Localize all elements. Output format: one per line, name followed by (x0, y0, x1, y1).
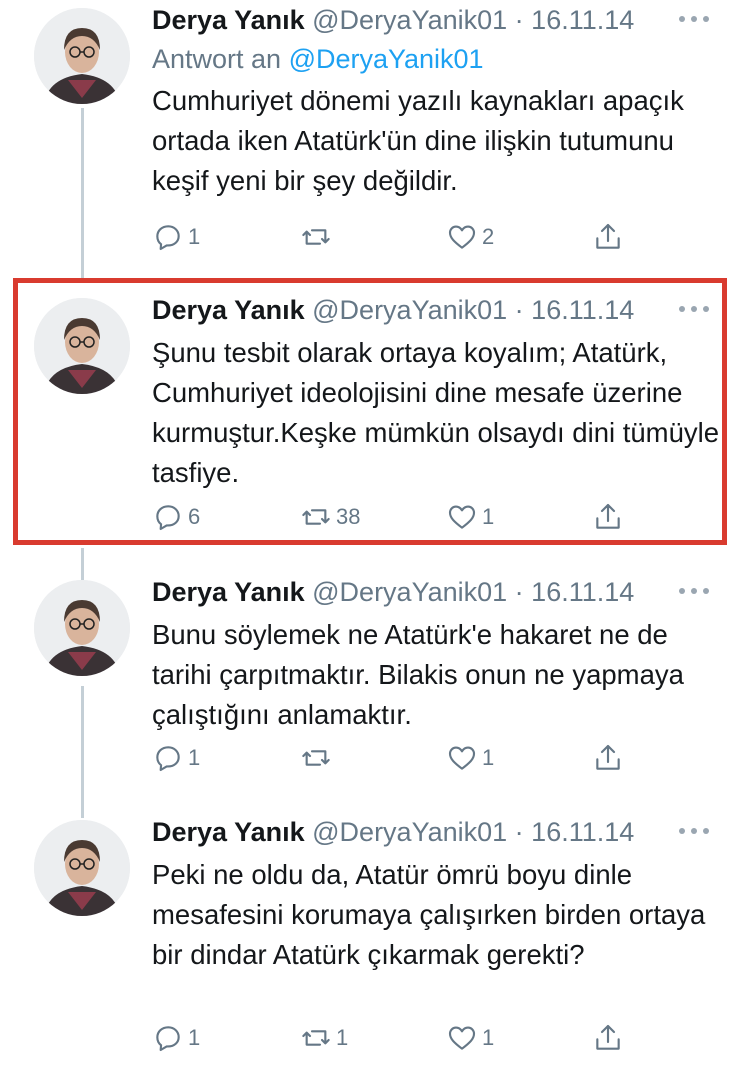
more-icon[interactable] (676, 588, 716, 598)
share-button[interactable] (592, 738, 624, 778)
share-button[interactable] (592, 217, 624, 257)
retweet-icon (302, 1030, 330, 1046)
reply-button[interactable]: 1 (152, 738, 200, 778)
retweet-button[interactable]: 1 (300, 1018, 348, 1058)
author-name[interactable]: Derya Yanık (152, 817, 305, 847)
tweet-header: Derya Yanık @DeryaYanik01 · 16.11.14 (152, 572, 724, 612)
separator-dot: · (514, 817, 524, 847)
reply-to-label: Antwort an (152, 44, 289, 74)
retweet-icon (302, 750, 330, 766)
tweet-date[interactable]: 16.11.14 (531, 817, 634, 847)
tweet-text: Bunu söylemek ne Atatürk'e hakaret ne de… (152, 619, 684, 730)
tweet[interactable]: Derya Yanık @DeryaYanik01 · 16.11.14 Bun… (0, 572, 742, 812)
retweet-button[interactable] (300, 217, 336, 257)
more-icon[interactable] (676, 16, 716, 26)
avatar[interactable] (34, 580, 130, 676)
reply-icon (156, 1026, 180, 1052)
tweet-actions: 1 1 1 (152, 1018, 632, 1058)
reply-to-mention[interactable]: @DeryaYanik01 (289, 44, 484, 74)
avatar[interactable] (34, 820, 130, 916)
share-icon (596, 744, 620, 770)
tweet-header: Derya Yanık @DeryaYanik01 · 16.11.14 (152, 812, 724, 852)
author-handle[interactable]: @DeryaYanik01 (312, 577, 507, 607)
reply-count: 1 (188, 224, 201, 249)
tweet-actions: 1 1 (152, 738, 632, 778)
reply-button[interactable]: 1 (152, 217, 200, 257)
reply-icon (156, 746, 180, 772)
like-icon (448, 1026, 476, 1050)
reply-button[interactable]: 1 (152, 1018, 200, 1058)
more-icon[interactable] (676, 828, 716, 838)
retweet-icon (302, 229, 330, 245)
reply-count: 1 (188, 745, 201, 770)
like-count: 1 (482, 745, 495, 770)
tweet-text: Peki ne oldu da, Atatür ömrü boyu dinle … (152, 859, 706, 970)
reply-icon (156, 225, 180, 251)
tweet-date[interactable]: 16.11.14 (531, 5, 634, 35)
like-button[interactable]: 1 (446, 1018, 494, 1058)
retweet-count: 1 (336, 1025, 349, 1050)
like-icon (448, 746, 476, 770)
retweet-button[interactable] (300, 738, 336, 778)
tweet-content: Derya Yanık @DeryaYanik01 · 16.11.14 Ant… (152, 0, 724, 251)
reply-to-line: Antwort an @DeryaYanik01 (152, 40, 724, 78)
share-icon (596, 223, 620, 249)
author-handle[interactable]: @DeryaYanik01 (312, 5, 507, 35)
tweet-date[interactable]: 16.11.14 (531, 577, 634, 607)
tweet-content: Derya Yanık @DeryaYanik01 · 16.11.14 Bun… (152, 572, 724, 772)
tweet-content: Derya Yanık @DeryaYanik01 · 16.11.14 Pek… (152, 812, 724, 1052)
like-button[interactable]: 1 (446, 738, 494, 778)
like-button[interactable]: 2 (446, 217, 494, 257)
separator-dot: · (514, 5, 524, 35)
tweet-actions: 1 2 (152, 217, 632, 257)
tweet[interactable]: Derya Yanık @DeryaYanik01 · 16.11.14 Pek… (0, 812, 742, 1079)
like-icon (448, 225, 476, 249)
author-name[interactable]: Derya Yanık (152, 577, 305, 607)
share-icon (596, 1024, 620, 1050)
share-button[interactable] (592, 1018, 624, 1058)
tweet-header: Derya Yanık @DeryaYanik01 · 16.11.14 (152, 0, 724, 40)
separator-dot: · (514, 577, 524, 607)
highlight-box (13, 278, 727, 545)
like-count: 1 (482, 1025, 495, 1050)
like-count: 2 (482, 224, 495, 249)
author-handle[interactable]: @DeryaYanik01 (312, 817, 507, 847)
tweet-text: Cumhuriyet dönemi yazılı kaynakları apaç… (152, 85, 684, 196)
author-name[interactable]: Derya Yanık (152, 5, 305, 35)
avatar[interactable] (34, 8, 130, 104)
reply-count: 1 (188, 1025, 201, 1050)
tweet[interactable]: Derya Yanık @DeryaYanik01 · 16.11.14 Ant… (0, 0, 742, 278)
